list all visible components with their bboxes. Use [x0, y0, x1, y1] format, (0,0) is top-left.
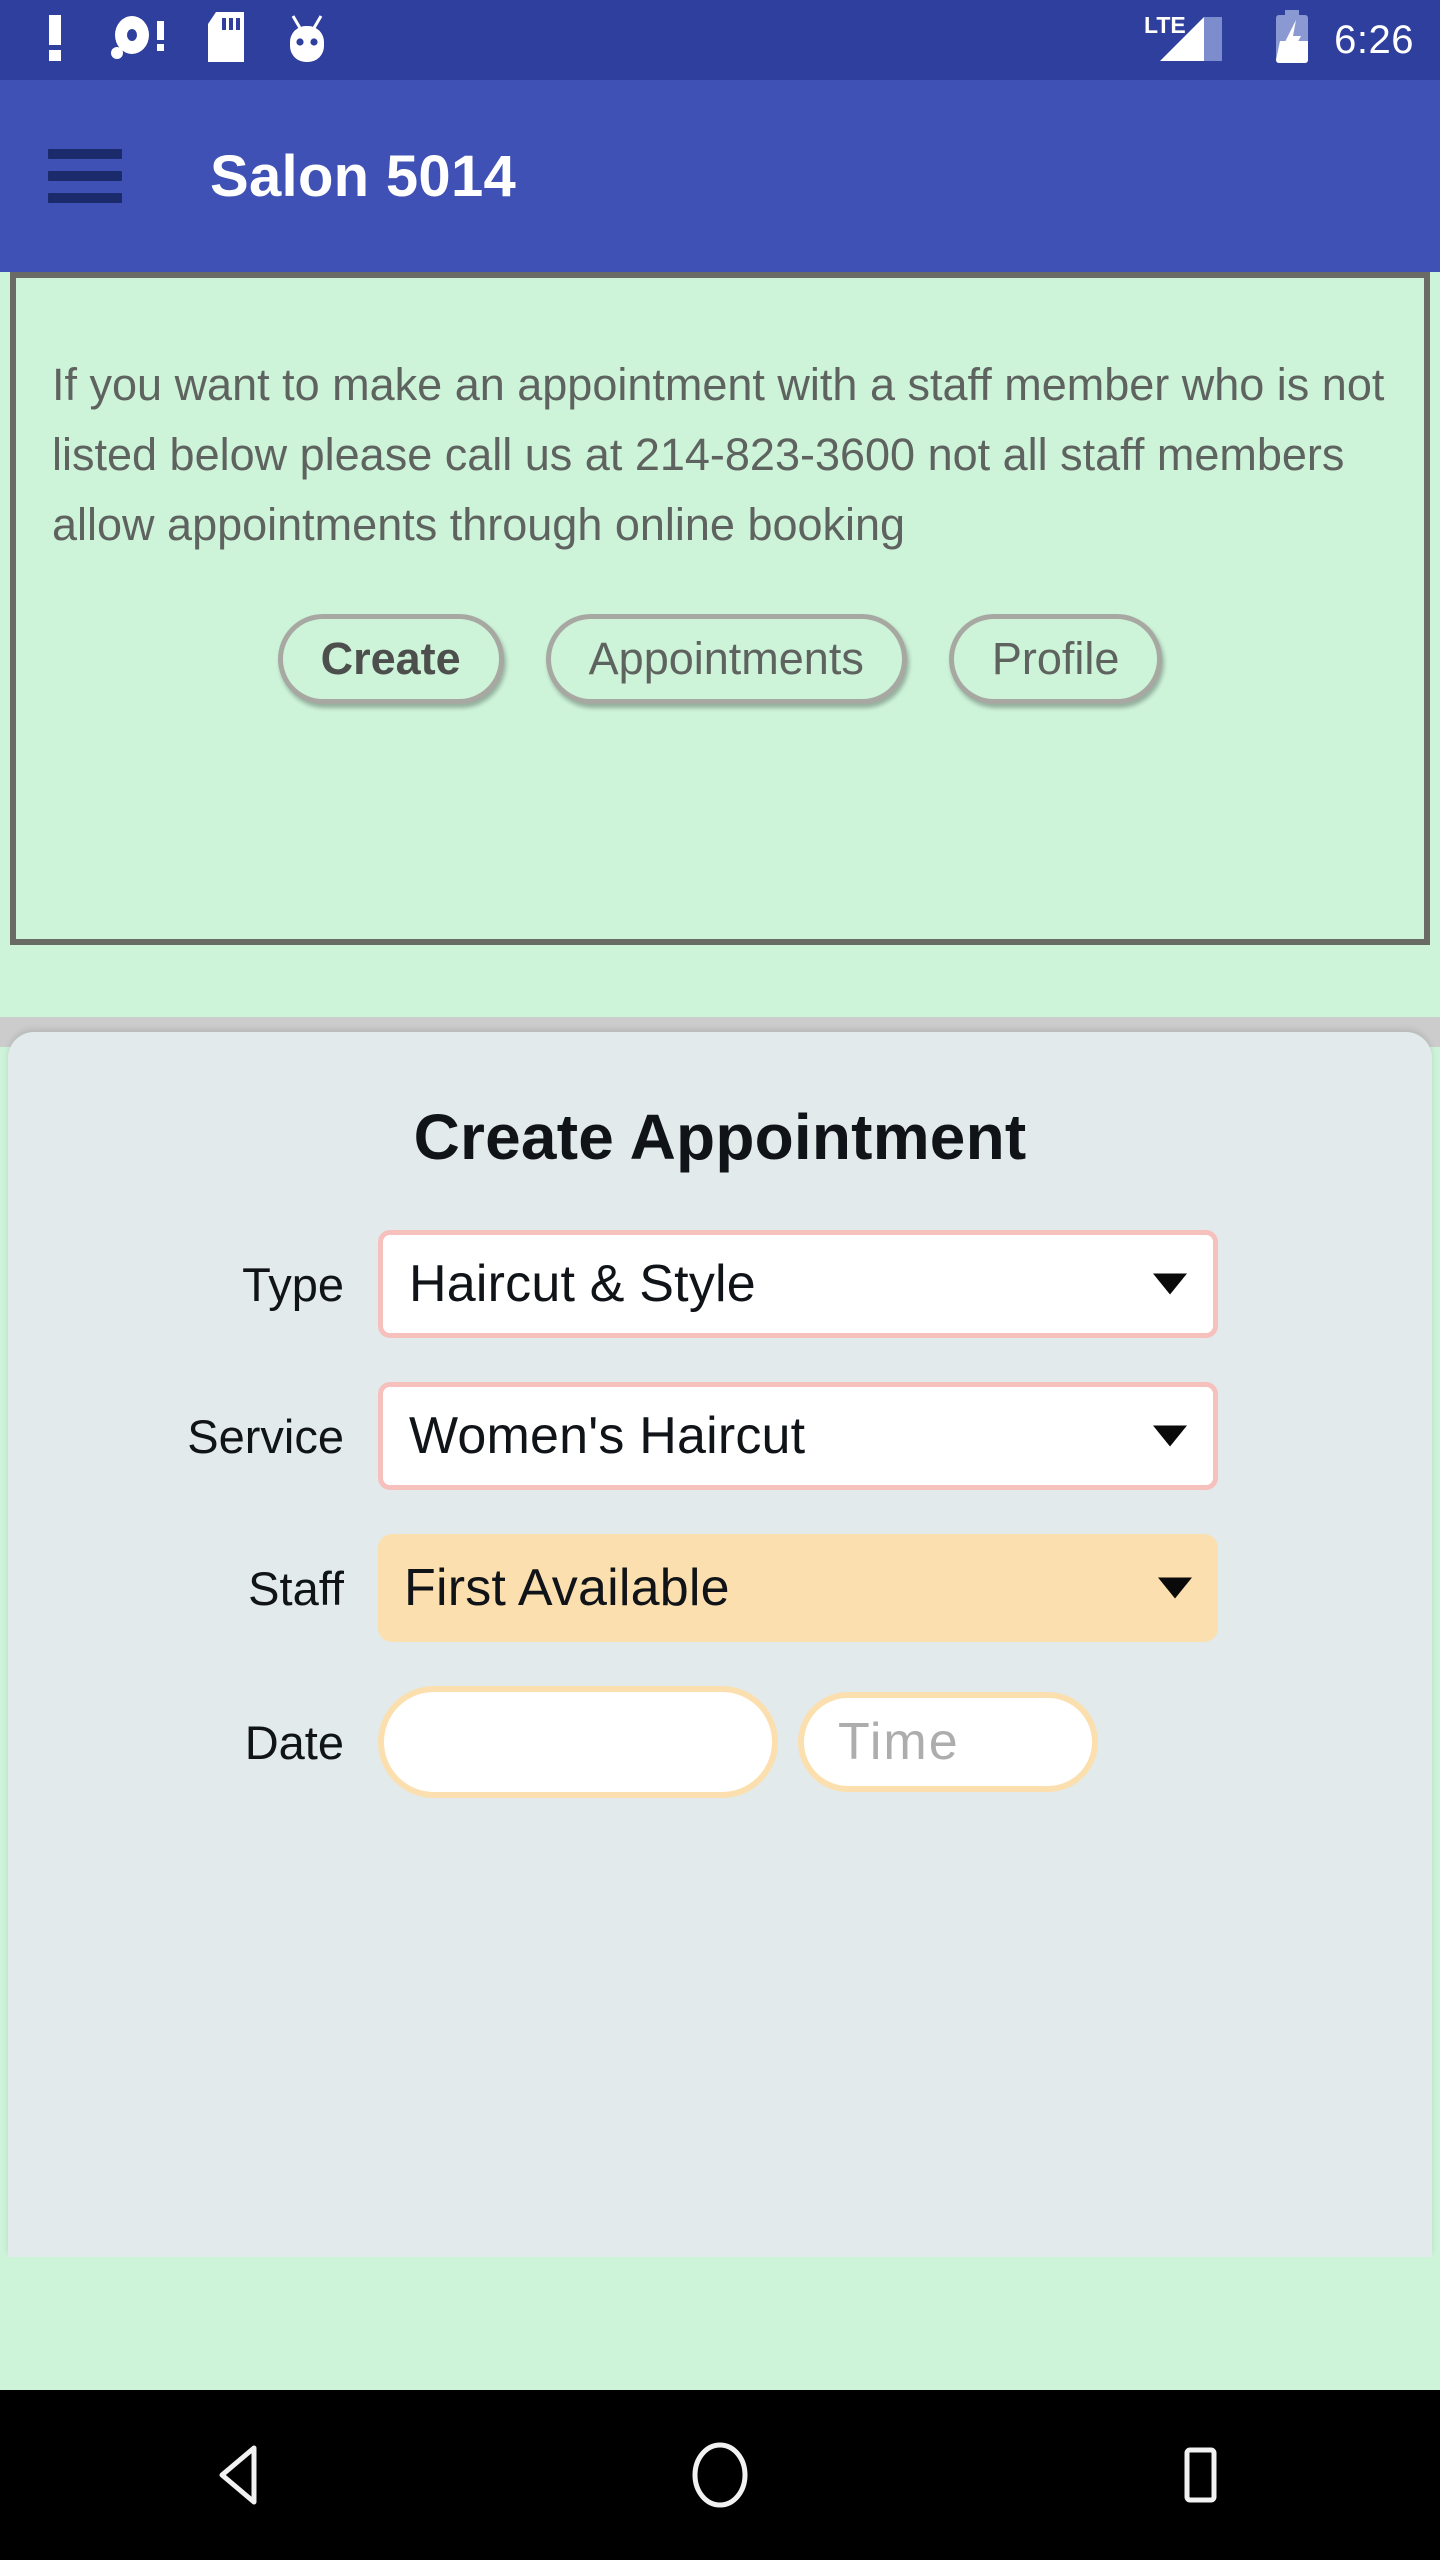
back-triangle-icon[interactable]: [140, 2390, 340, 2560]
type-select[interactable]: Haircut & Style: [378, 1230, 1218, 1338]
staff-value: First Available: [404, 1559, 730, 1617]
date-row: Date Time: [8, 1686, 1432, 1798]
notice-card: If you want to make an appointment with …: [10, 272, 1430, 945]
phone-screen: LTE 6:26 Salon 5014 If you want to make …: [0, 0, 1440, 2560]
page-background-gap: [0, 945, 1440, 1017]
page-title: Salon 5014: [210, 143, 517, 209]
staff-label: Staff: [248, 1561, 344, 1615]
status-bar-system-icons: LTE 6:26: [1142, 9, 1414, 72]
staff-row: Staff First Available: [8, 1534, 1432, 1642]
time-input[interactable]: Time: [798, 1692, 1098, 1792]
notice-text: If you want to make an appointment with …: [52, 359, 1385, 550]
disc-alert-icon: [108, 15, 168, 66]
service-select[interactable]: Women's Haircut: [378, 1382, 1218, 1490]
form-title: Create Appointment: [413, 1101, 1027, 1173]
tab-create[interactable]: Create: [277, 614, 504, 704]
staff-select[interactable]: First Available: [378, 1534, 1218, 1642]
status-bar: LTE 6:26: [0, 0, 1440, 80]
chevron-down-icon: [1153, 1273, 1187, 1295]
sd-card-icon: [206, 11, 246, 69]
recents-square-icon[interactable]: [1100, 2390, 1300, 2560]
app-bar: Salon 5014: [0, 80, 1440, 272]
signal-bars-icon: LTE: [1142, 9, 1250, 72]
android-navigation-bar: [0, 2390, 1440, 2560]
create-appointment-card: Create Appointment Type Haircut & Style …: [8, 1032, 1432, 2257]
type-value: Haircut & Style: [409, 1255, 756, 1313]
home-circle-icon[interactable]: [620, 2390, 820, 2560]
status-bar-clock: 6:26: [1334, 17, 1414, 62]
android-head-icon: [284, 12, 330, 69]
hamburger-menu-icon[interactable]: [48, 138, 124, 214]
service-row: Service Women's Haircut: [8, 1382, 1432, 1490]
date-input[interactable]: [378, 1686, 778, 1798]
service-value: Women's Haircut: [409, 1407, 806, 1465]
battery-charging-icon: [1270, 9, 1314, 71]
svg-text:LTE: LTE: [1144, 12, 1186, 38]
chevron-down-icon: [1153, 1425, 1187, 1447]
chevron-down-icon: [1158, 1577, 1192, 1599]
tab-profile[interactable]: Profile: [948, 614, 1163, 704]
type-label: Type: [242, 1257, 344, 1311]
date-label: Date: [244, 1715, 344, 1769]
type-row: Type Haircut & Style: [8, 1230, 1432, 1338]
notice-tab-group: Create Appointments Profile: [52, 614, 1388, 704]
tab-appointments[interactable]: Appointments: [545, 614, 907, 704]
service-label: Service: [187, 1409, 344, 1463]
status-bar-notification-icons: [40, 11, 330, 69]
time-placeholder: Time: [838, 1713, 960, 1771]
alert-exclamation-icon: [40, 14, 70, 66]
page-background-bottom: [0, 2257, 1440, 2390]
